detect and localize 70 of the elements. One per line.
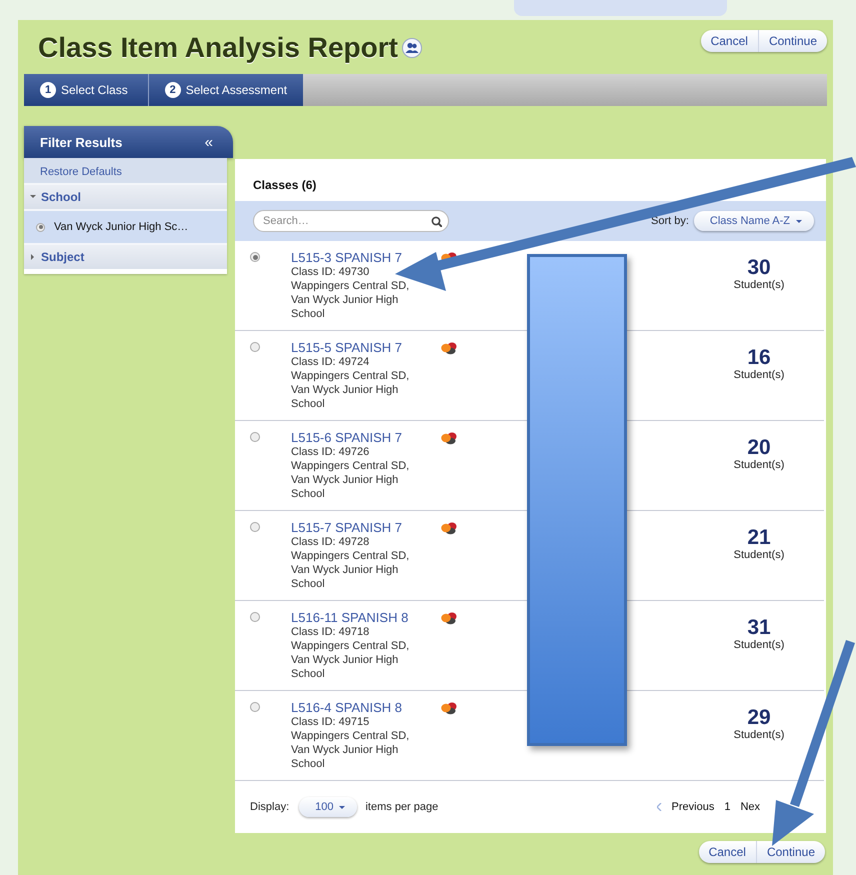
- step-tab[interactable]: 1 Select Class: [24, 74, 148, 106]
- chat-bubbles-icon: [441, 432, 457, 445]
- student-count: 16: [747, 347, 771, 369]
- sort-label: Sort by:: [651, 215, 689, 227]
- collapse-button[interactable]: «: [204, 134, 213, 150]
- chat-bubbles-icon: [441, 342, 457, 355]
- caret-down-icon: [339, 806, 346, 808]
- class-id: Class ID: 49718: [291, 625, 370, 639]
- student-count-label: Student(s): [734, 369, 784, 381]
- radio-button[interactable]: [250, 702, 260, 712]
- previous-page-link[interactable]: Previous: [672, 801, 714, 813]
- class-name-link[interactable]: L515-7 SPANISH 7: [291, 520, 402, 535]
- class-location: Wappingers Central SD, Van Wyck Junior High School: [291, 369, 410, 411]
- chevron-left-icon: [656, 803, 662, 811]
- page-title: Class Item Analysis Report: [38, 32, 398, 64]
- class-id: Class ID: 49726: [291, 445, 370, 459]
- chat-bubbles-icon: [441, 522, 457, 535]
- chat-bubbles-icon: [441, 612, 457, 625]
- step-tab[interactable]: 2 Select Assessment: [148, 74, 304, 106]
- class-location: Wappingers Central SD, Van Wyck Junior High School: [291, 279, 410, 321]
- student-count: 20: [747, 437, 771, 459]
- class-id: Class ID: 49724: [291, 355, 370, 369]
- radio-button[interactable]: [250, 252, 260, 262]
- radio-button[interactable]: [250, 342, 260, 352]
- filter-title: Filter Results: [40, 134, 122, 150]
- cancel-button[interactable]: Cancel: [700, 30, 758, 52]
- student-count-label: Student(s): [734, 549, 784, 561]
- student-count-label: Student(s): [734, 639, 784, 651]
- radio-button[interactable]: [250, 612, 260, 622]
- filter-section-header[interactable]: Subject: [24, 243, 227, 269]
- student-count-label: Student(s): [734, 459, 784, 471]
- class-location: Wappingers Central SD, Van Wyck Junior High School: [291, 549, 410, 591]
- page-size-dropdown[interactable]: 100: [299, 797, 358, 817]
- class-id: Class ID: 49715: [291, 715, 370, 729]
- search-field[interactable]: Search…: [253, 210, 449, 232]
- continue-button[interactable]: Continue: [758, 30, 827, 52]
- class-name-link[interactable]: L516-4 SPANISH 8: [291, 700, 402, 715]
- page-number-link[interactable]: 1: [724, 801, 730, 813]
- display-label: Display:: [250, 801, 290, 813]
- cancel-button[interactable]: Cancel: [698, 841, 756, 863]
- student-count-label: Student(s): [734, 729, 784, 741]
- search-icon: [431, 216, 442, 227]
- class-name-link[interactable]: L516-11 SPANISH 8: [291, 610, 408, 625]
- caret-right-icon: [30, 254, 36, 260]
- class-name-link[interactable]: L515-6 SPANISH 7: [291, 430, 402, 445]
- class-location: Wappingers Central SD, Van Wyck Junior High School: [291, 729, 410, 771]
- class-id: Class ID: 49728: [291, 535, 370, 549]
- student-count-label: Student(s): [734, 279, 784, 291]
- radio-button[interactable]: [250, 522, 260, 532]
- class-name-link[interactable]: L515-3 SPANISH 7: [291, 250, 402, 265]
- caret-down-icon: [30, 194, 36, 200]
- radio-button[interactable]: [36, 222, 45, 232]
- student-count: 21: [747, 527, 771, 549]
- per-page-label: items per page: [365, 801, 438, 813]
- list-heading: Classes (6): [253, 178, 318, 192]
- caret-down-icon: [796, 220, 802, 222]
- filter-section-header[interactable]: School: [24, 183, 227, 209]
- class-name-link[interactable]: L515-5 SPANISH 7: [291, 340, 402, 355]
- next-page-link[interactable]: Nex: [740, 801, 760, 813]
- people-icon: [402, 38, 422, 58]
- class-location: Wappingers Central SD, Van Wyck Junior High School: [291, 459, 410, 501]
- radio-button[interactable]: [250, 432, 260, 442]
- student-count: 31: [747, 617, 771, 639]
- chat-bubbles-icon: [441, 702, 457, 715]
- class-id: Class ID: 49730: [291, 265, 370, 279]
- restore-defaults-link[interactable]: Restore Defaults: [24, 158, 227, 183]
- sort-dropdown[interactable]: Class Name A-Z: [694, 211, 814, 231]
- class-location: Wappingers Central SD, Van Wyck Junior High School: [291, 639, 410, 681]
- student-count: 29: [747, 707, 771, 729]
- student-count: 30: [747, 257, 771, 279]
